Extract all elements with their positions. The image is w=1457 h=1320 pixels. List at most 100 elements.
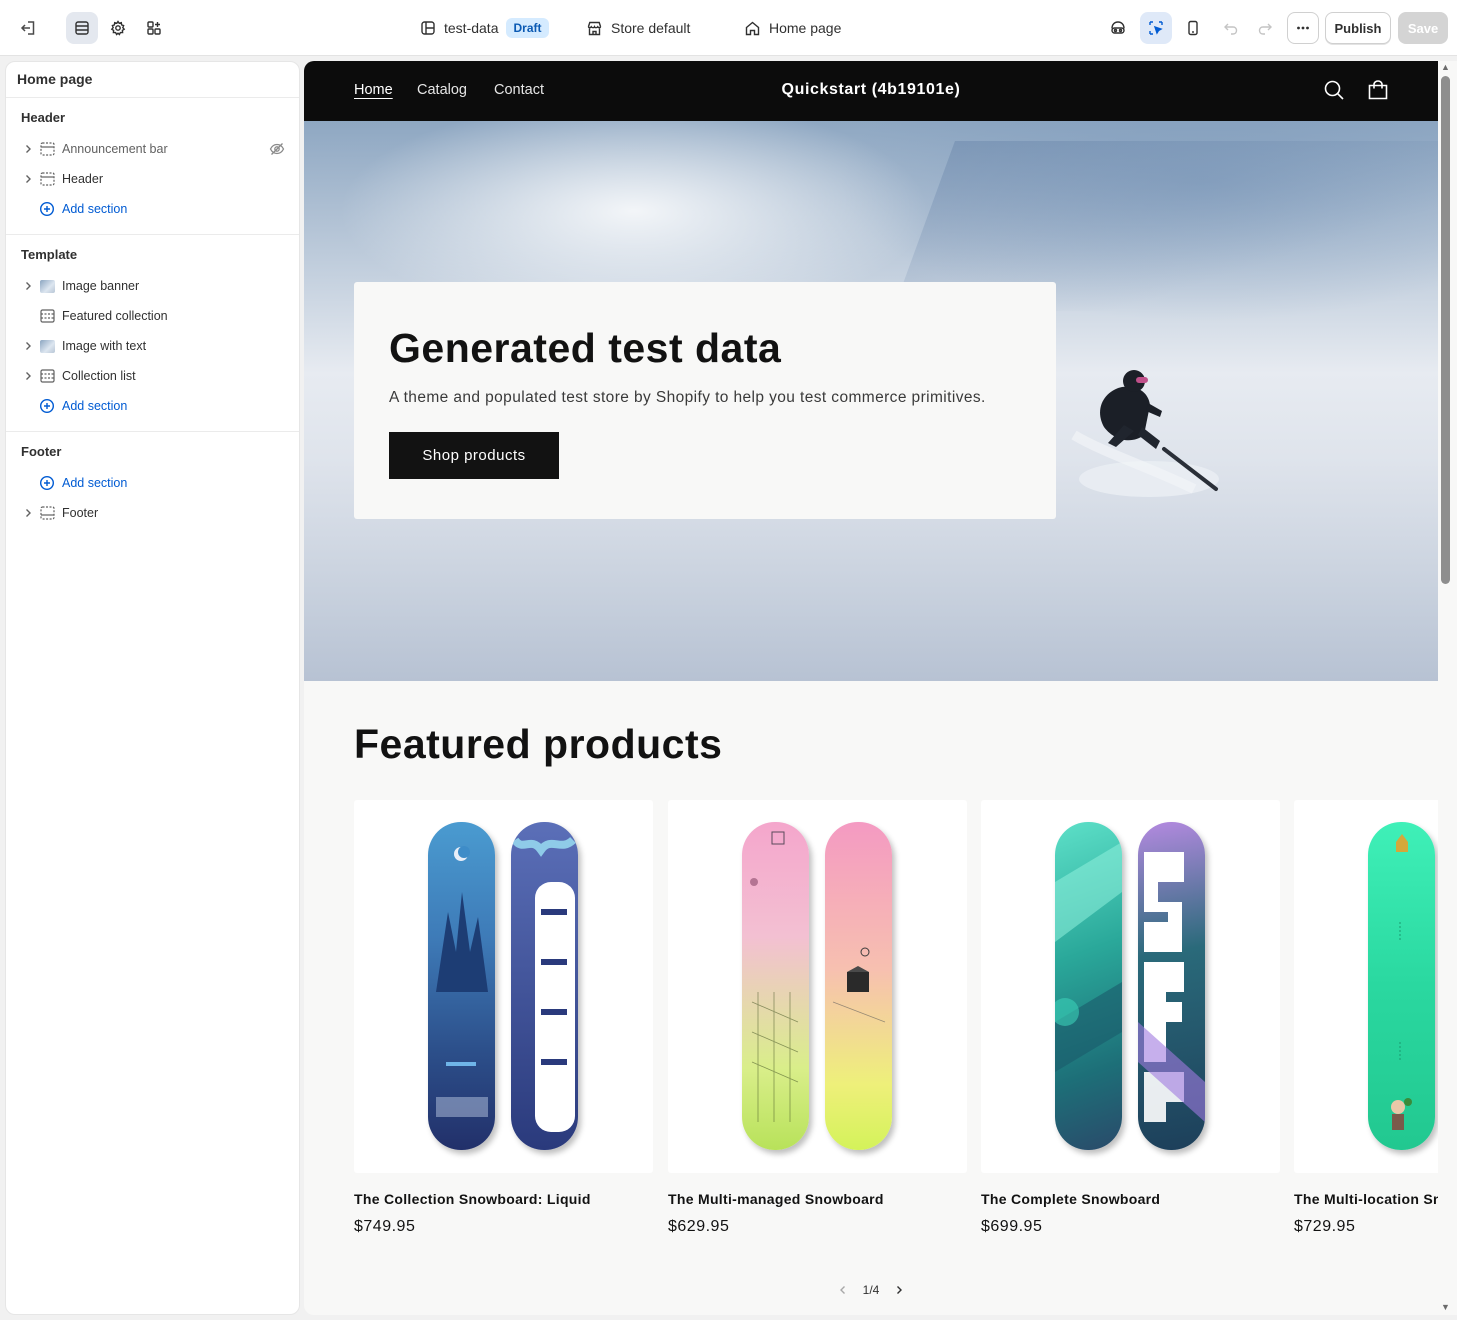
group-title-header: Header [21,110,66,125]
page-selector[interactable]: Home page [744,0,841,56]
sections-icon [75,21,89,35]
scrollbar-thumb[interactable] [1441,76,1450,584]
product-name[interactable]: The Multi-managed Snowboard [668,1191,967,1207]
product-price: $699.95 [981,1218,1043,1235]
section-announcement-bar[interactable]: Announcement bar [6,134,299,164]
footer-layout-icon [39,505,55,521]
shop-products-button[interactable]: Shop products [389,432,559,479]
product-image[interactable] [1294,800,1454,1173]
sidebar-title: Home page [6,62,299,98]
template-group: Template Image banner Featured collectio… [6,235,299,432]
slider-pagination: 1/4 [304,1281,1438,1299]
footer-group: Footer Add section Footer [6,432,299,538]
group-title-template: Template [21,247,78,262]
section-label: Footer [62,506,99,520]
section-featured-collection[interactable]: Featured collection [6,301,299,331]
section-label: Image banner [62,279,140,293]
exit-icon [20,21,35,35]
product-image[interactable] [354,800,653,1173]
product-name[interactable]: The Collection Snowboard: Liquid [354,1191,653,1207]
section-label: Collection list [62,369,136,383]
add-section-header-button[interactable]: Add section [6,194,299,224]
plus-circle-icon [39,398,55,414]
publish-button[interactable]: Publish [1325,12,1391,44]
store-context-selector[interactable]: Store default [586,0,690,56]
group-title-footer: Footer [21,444,62,459]
mobile-icon [1188,20,1198,36]
hero-text: A theme and populated test store by Shop… [389,389,986,406]
store-context-label: Store default [611,20,691,36]
theme-selector[interactable]: test-data Draft [420,0,549,56]
cursor-select-icon [1149,21,1163,35]
add-section-label: Add section [62,399,128,413]
product-name[interactable]: The Multi-location Sn [1294,1191,1454,1207]
theme-icon [421,21,435,35]
cart-icon[interactable] [1367,79,1389,101]
app-embeds-button[interactable] [138,12,170,44]
product-image[interactable] [981,800,1280,1173]
sections-tab-button[interactable] [66,12,98,44]
home-icon [745,21,760,35]
page-selector-label: Home page [769,20,842,36]
add-section-footer-button[interactable]: Add section [6,468,299,498]
pagination-counter: 1/4 [862,1283,880,1297]
plus-circle-icon [39,201,55,217]
theme-settings-button[interactable] [102,12,134,44]
product-price: $749.95 [354,1218,416,1235]
add-section-label: Add section [62,476,128,490]
editor-topbar: test-data Draft Store default Home page … [0,0,1457,56]
product-price: $629.95 [668,1218,730,1235]
inspector-toggle-button[interactable] [1102,12,1134,44]
featured-products-heading: Featured products [354,721,723,767]
chevron-right-icon[interactable] [21,142,35,156]
chevron-right-icon[interactable] [21,369,35,383]
product-card[interactable]: The Multi-managed Snowboard $629.95 [668,800,967,1236]
theme-name: test-data [444,20,499,36]
section-image-with-text[interactable]: Image with text [6,331,299,361]
section-collection-list[interactable]: Collection list [6,361,299,391]
chevron-right-icon[interactable] [21,506,35,520]
product-image[interactable] [668,800,967,1173]
hero-heading: Generated test data [389,325,782,371]
store-header: Home Catalog Contact Quickstart (4b19101… [304,61,1438,121]
search-icon[interactable] [1323,79,1345,101]
chevron-right-icon[interactable] [21,172,35,186]
apps-icon [147,21,161,35]
undo-button[interactable] [1215,12,1247,44]
section-image-banner[interactable]: Image banner [6,271,299,301]
chevron-left-icon[interactable] [823,1285,863,1295]
product-card[interactable]: The Multi-location Sn $729.95 [1294,800,1454,1236]
save-button[interactable]: Save [1398,12,1448,44]
more-actions-button[interactable] [1287,12,1319,44]
eye-hidden-icon[interactable] [269,141,285,157]
section-layout-icon [39,141,55,157]
product-price: $729.95 [1294,1218,1356,1235]
ellipsis-icon [1297,26,1309,30]
header-group: Header Announcement bar Header Add secti… [6,98,299,235]
exit-button[interactable] [12,12,44,44]
product-name[interactable]: The Complete Snowboard [981,1191,1280,1207]
store-preview[interactable]: Home Catalog Contact Quickstart (4b19101… [304,61,1456,1315]
section-layout-icon [39,171,55,187]
store-title[interactable]: Quickstart (4b19101e) [304,81,1438,99]
image-thumbnail-icon [39,278,55,294]
section-footer[interactable]: Footer [6,498,299,528]
section-header[interactable]: Header [6,164,299,194]
draft-badge: Draft [506,18,549,38]
hero-content-card: Generated test data A theme and populate… [354,282,1056,519]
chevron-right-icon[interactable] [21,339,35,353]
snowboarder-image [1071,370,1219,497]
scroll-down-icon[interactable]: ▼ [1441,1303,1450,1312]
add-section-template-button[interactable]: Add section [6,391,299,421]
product-card[interactable]: The Collection Snowboard: Liquid $749.95 [354,800,653,1236]
chevron-right-icon[interactable] [879,1285,919,1295]
chevron-right-icon[interactable] [21,279,35,293]
add-section-label: Add section [62,202,128,216]
redo-icon [1258,23,1272,35]
mobile-view-button[interactable] [1177,12,1209,44]
scroll-up-icon[interactable]: ▲ [1441,63,1450,72]
redo-button[interactable] [1249,12,1281,44]
select-element-button[interactable] [1140,12,1172,44]
gear-icon [110,20,126,36]
product-card[interactable]: The Complete Snowboard $699.95 [981,800,1280,1236]
